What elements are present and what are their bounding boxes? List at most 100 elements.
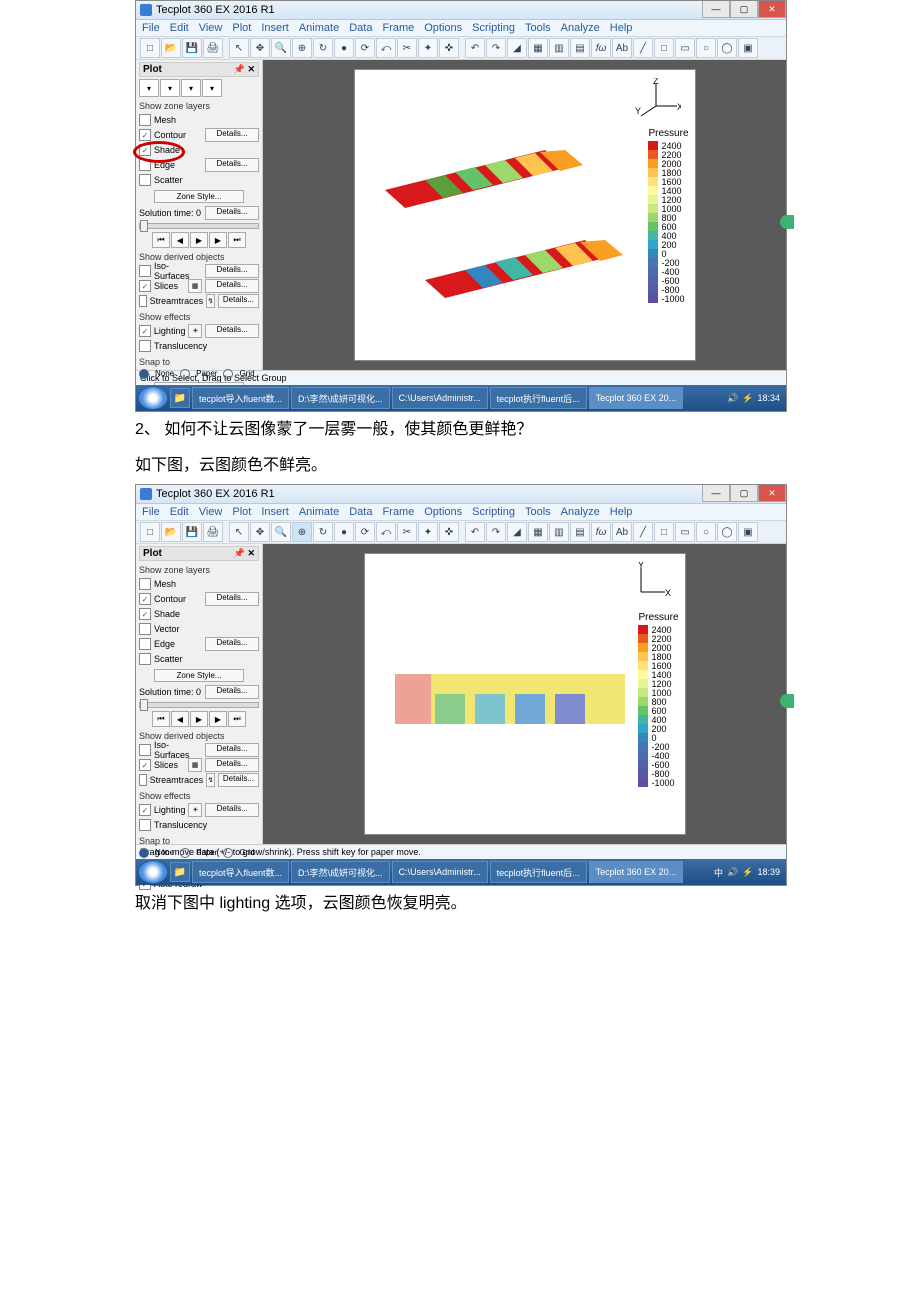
stream-tool-icon[interactable]: ↯ [206,294,215,308]
rect-icon[interactable]: ▭ [675,522,695,542]
twist-icon[interactable]: ⤺ [376,522,396,542]
menu-analyze[interactable]: Analyze [561,506,600,518]
contour-icon[interactable]: ▥ [549,38,569,58]
start-button[interactable] [138,860,168,884]
image-icon[interactable]: ▣ [738,522,758,542]
probe-icon[interactable]: ✜ [439,38,459,58]
ellipse-icon[interactable]: ◯ [717,522,737,542]
light-icon[interactable]: ✦ [418,522,438,542]
light-icon[interactable]: ✦ [418,38,438,58]
tray-ime-icon[interactable]: 中 [714,866,723,879]
redo-icon[interactable]: ↷ [486,522,506,542]
menu-file[interactable]: File [142,506,160,518]
circle-icon[interactable]: ○ [696,522,716,542]
line-icon[interactable]: ╱ [633,38,653,58]
rollerball-icon[interactable]: ● [334,522,354,542]
zoom-icon[interactable]: 🔍 [271,522,291,542]
taskbar-item[interactable]: tecplot导入fluent数... [192,387,289,409]
menu-animate[interactable]: Animate [299,506,339,518]
menu-analyze[interactable]: Analyze [561,22,600,34]
menu-plot[interactable]: Plot [232,506,251,518]
translucency-checkbox[interactable] [139,819,151,831]
text-icon[interactable]: Ab [612,522,632,542]
rollerball-icon[interactable]: ● [334,38,354,58]
function-icon[interactable]: fω [591,522,611,542]
mesh-checkbox[interactable] [139,578,151,590]
slice-icon[interactable]: ✂ [397,38,417,58]
lighting-checkbox[interactable] [139,325,151,337]
shade-checkbox[interactable] [139,608,151,620]
start-button[interactable] [138,386,168,410]
spin-icon[interactable]: ⟳ [355,38,375,58]
time-slider[interactable] [139,223,259,229]
contour-details-button[interactable]: Details... [205,128,259,142]
spin-icon[interactable]: ⟳ [355,522,375,542]
snap-grid-radio[interactable] [223,848,233,858]
shade-checkbox[interactable] [139,144,151,156]
edge-checkbox[interactable] [139,159,151,171]
square-icon[interactable]: □ [654,38,674,58]
tray-icon[interactable]: ⚡ [742,867,753,878]
rotate-icon[interactable]: ↻ [313,522,333,542]
tray-icon[interactable]: ⚡ [742,393,753,404]
maximize-button[interactable]: ▢ [730,485,758,502]
menu-help[interactable]: Help [610,22,633,34]
contour-icon[interactable]: ▥ [549,522,569,542]
slices-details-button[interactable]: Details... [205,279,259,293]
colormap-icon[interactable]: ▤ [570,38,590,58]
mesh-checkbox[interactable] [139,114,151,126]
open-icon[interactable]: 📂 [161,522,181,542]
select-icon[interactable]: ↖ [229,522,249,542]
view-dd-3[interactable]: ▾ [181,79,201,97]
print-icon[interactable]: 🖨 [203,522,223,542]
probe-icon[interactable]: ✜ [439,522,459,542]
taskbar-item[interactable]: C:\Users\Administr... [392,861,488,883]
iso-details-button[interactable]: Details... [205,743,259,757]
taskbar-item[interactable]: tecplot执行fluent后... [490,861,587,883]
axis-icon[interactable]: ◢ [507,38,527,58]
tray-icon[interactable]: 🔊 [727,393,738,404]
stream-checkbox[interactable] [139,774,147,786]
snap-icon[interactable]: ▦ [528,38,548,58]
zone-style-button[interactable]: Zone Style... [154,669,244,682]
circle-icon[interactable]: ○ [696,38,716,58]
lighting-checkbox[interactable] [139,804,151,816]
colormap-icon[interactable]: ▤ [570,522,590,542]
stream-checkbox[interactable] [139,295,147,307]
menu-file[interactable]: File [142,22,160,34]
slices-tool-icon[interactable]: ▦ [188,758,202,772]
stream-tool-icon[interactable]: ↯ [206,773,215,787]
menu-insert[interactable]: Insert [261,22,289,34]
edge-details-button[interactable]: Details... [205,637,259,651]
zoom-fit-icon[interactable]: ⊕ [292,522,312,542]
slices-details-button[interactable]: Details... [205,758,259,772]
snap-paper-radio[interactable] [180,369,190,379]
prev-button[interactable]: ◀ [171,711,189,727]
zoom-fit-icon[interactable]: ⊕ [292,38,312,58]
zoom-icon[interactable]: 🔍 [271,38,291,58]
adjust-icon[interactable]: ✥ [250,38,270,58]
line-icon[interactable]: ╱ [633,522,653,542]
menu-edit[interactable]: Edit [170,506,189,518]
minimize-button[interactable]: — [702,485,730,502]
side-tab-icon[interactable] [780,215,794,229]
time-details-button[interactable]: Details... [205,685,259,699]
last-button[interactable]: ⏭ [228,711,246,727]
rotate-icon[interactable]: ↻ [313,38,333,58]
iso-checkbox[interactable] [139,744,151,756]
view-dd-4[interactable]: ▾ [202,79,222,97]
axis-icon[interactable]: ◢ [507,522,527,542]
menu-scripting[interactable]: Scripting [472,506,515,518]
function-icon[interactable]: fω [591,38,611,58]
scatter-checkbox[interactable] [139,653,151,665]
menu-options[interactable]: Options [424,22,462,34]
play-button[interactable]: ▶ [190,711,208,727]
save-icon[interactable]: 💾 [182,522,202,542]
vector-checkbox[interactable] [139,623,151,635]
prev-button[interactable]: ◀ [171,232,189,248]
time-slider[interactable] [139,702,259,708]
menu-frame[interactable]: Frame [382,506,414,518]
snap-grid-radio[interactable] [223,369,233,379]
maximize-button[interactable]: ▢ [730,1,758,18]
explorer-icon[interactable]: 📁 [170,388,190,408]
